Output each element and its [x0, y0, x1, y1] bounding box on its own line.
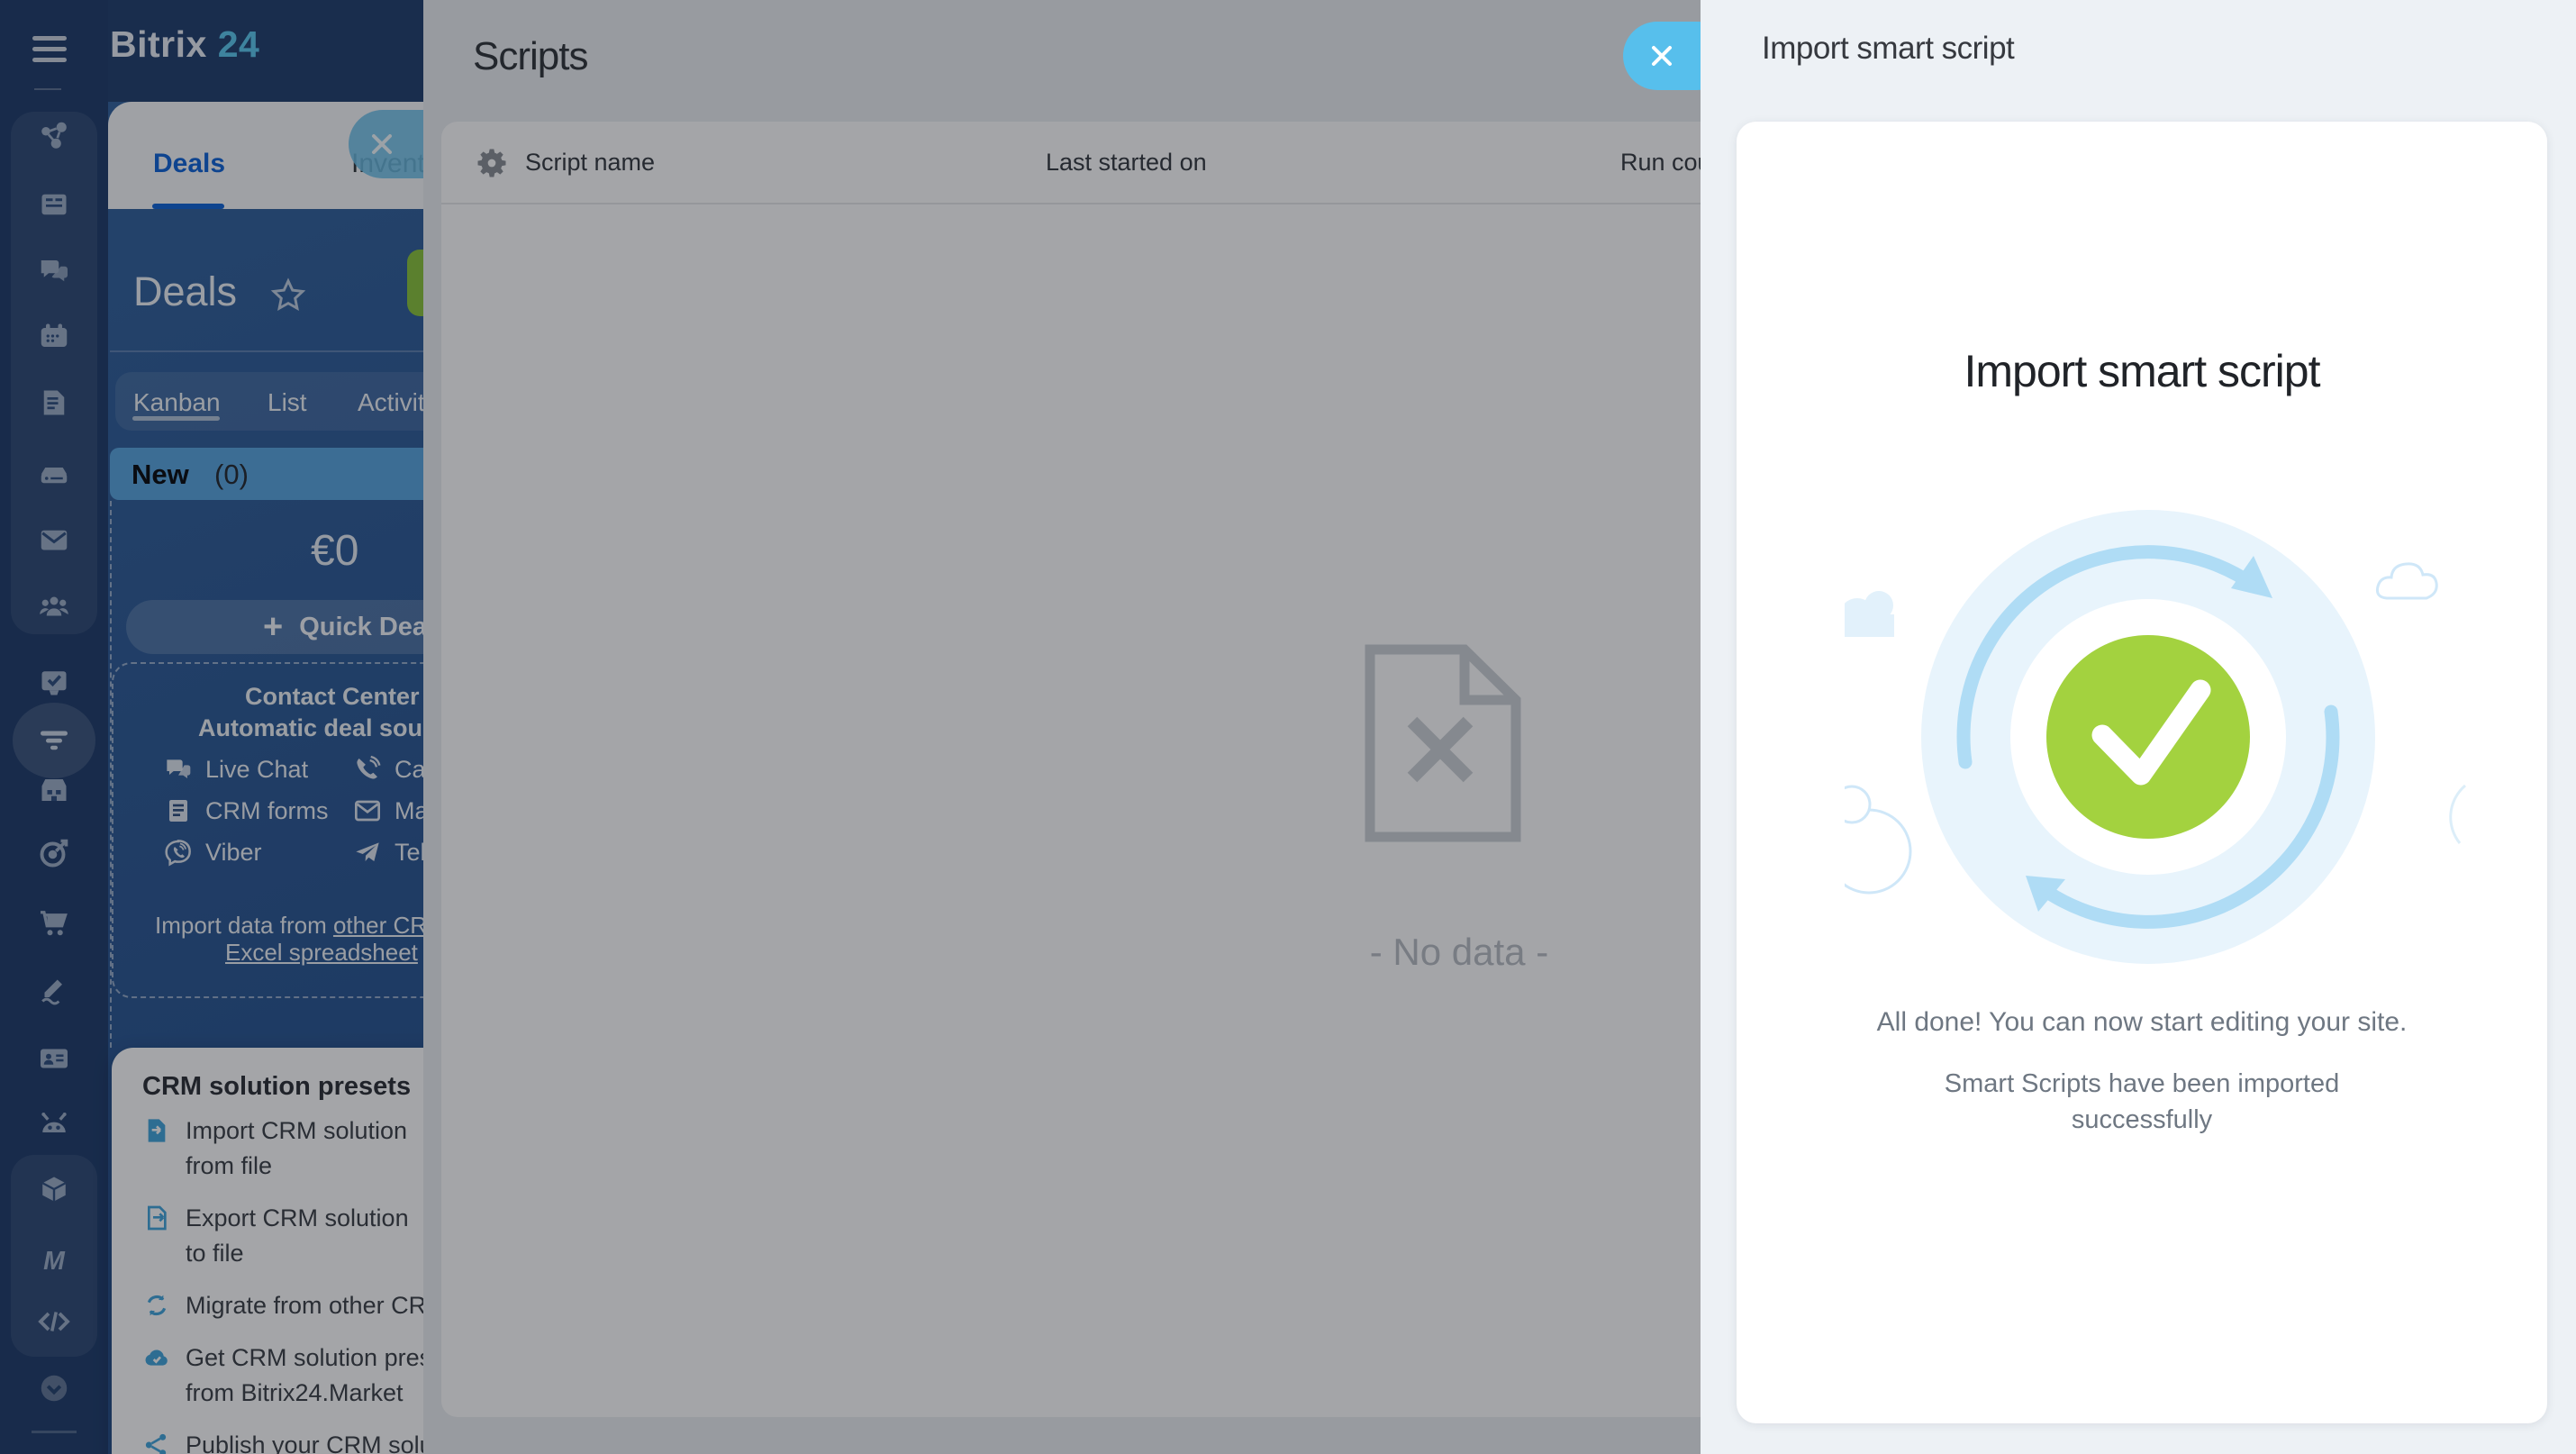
import-result-heading: Import smart script [1737, 345, 2547, 397]
bitrix24-app: M Bitrix 24 Deals Inventory Deals Kanban… [0, 0, 2576, 1454]
import-panel-title: Import smart script [1762, 31, 2014, 67]
import-success-illustration [1782, 491, 2502, 1004]
import-done-message: All done! You can now start editing your… [1737, 1007, 2547, 1038]
import-smart-script-panel: Import smart script Import smart script [1701, 0, 2576, 1454]
import-result-card: Import smart script [1737, 122, 2547, 1423]
import-success-message: Smart Scripts have been imported success… [1737, 1066, 2547, 1138]
